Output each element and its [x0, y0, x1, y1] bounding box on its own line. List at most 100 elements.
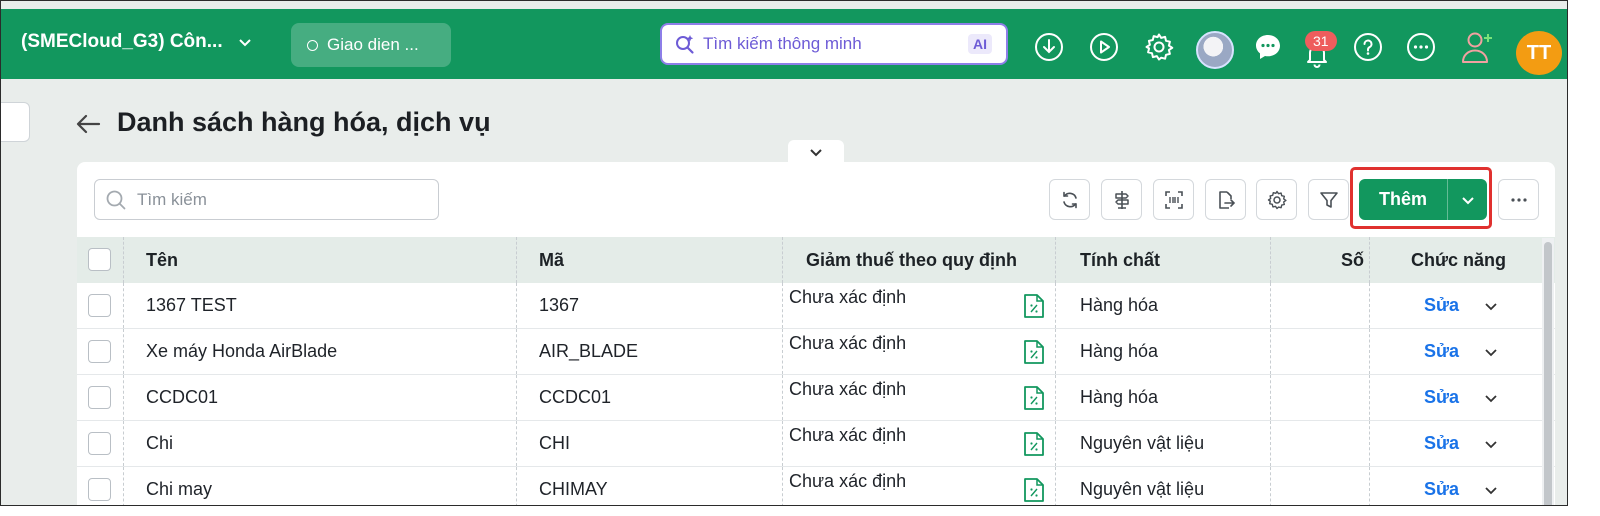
product-type: Nguyên vật liệu	[1080, 433, 1205, 453]
table-row[interactable]: Chi may CHIMAY Chưa xác định Nguyên vật …	[77, 467, 1555, 505]
filter-button[interactable]	[1308, 179, 1349, 220]
more-apps-button[interactable]	[1405, 31, 1437, 63]
add-button-group: Thêm	[1359, 179, 1487, 220]
column-header-name[interactable]: Tên	[146, 237, 178, 283]
edit-link[interactable]: Sửa	[1424, 467, 1459, 505]
add-user-icon	[1462, 32, 1492, 63]
tax-reduction-status: Chưa xác định	[789, 425, 907, 445]
refresh-button[interactable]	[1049, 179, 1090, 220]
user-avatar[interactable]: TT	[1516, 31, 1562, 75]
chevron-down-icon	[1461, 196, 1474, 204]
list-settings-button[interactable]	[1256, 179, 1297, 220]
settings-button[interactable]	[1143, 31, 1175, 63]
notification-count-badge: 31	[1305, 31, 1337, 51]
product-name: Chi	[146, 433, 174, 453]
chevron-down-icon[interactable]	[1482, 435, 1500, 453]
row-checkbox[interactable]	[88, 340, 111, 363]
tax-document-icon[interactable]	[1023, 477, 1045, 503]
list-search-placeholder: Tìm kiếm	[137, 189, 207, 209]
export-button[interactable]	[1205, 179, 1246, 220]
chat-button[interactable]	[1252, 31, 1284, 63]
barcode-scan-icon	[1164, 190, 1183, 209]
page-title: Danh sách hàng hóa, dịch vụ	[117, 107, 491, 137]
add-options-dropdown[interactable]	[1447, 179, 1487, 220]
invite-user-button[interactable]	[1459, 29, 1495, 67]
ai-search-icon	[676, 35, 694, 54]
product-name: Xe máy Honda AirBlade	[146, 341, 338, 361]
export-icon	[1218, 190, 1235, 209]
navigation-button[interactable]	[1101, 179, 1142, 220]
bot-avatar[interactable]	[1196, 31, 1234, 69]
more-options-button[interactable]	[1498, 179, 1539, 220]
tax-reduction-status: Chưa xác định	[789, 379, 907, 399]
product-list-card: Tìm kiếm Thêm Tên Mã Giảm thuế theo quy …	[77, 162, 1555, 505]
tax-document-icon[interactable]	[1023, 339, 1045, 365]
edit-link[interactable]: Sửa	[1424, 421, 1459, 466]
download-button[interactable]	[1033, 31, 1065, 63]
ai-badge: AI	[968, 34, 992, 54]
download-icon	[1035, 33, 1063, 61]
select-all-checkbox[interactable]	[88, 248, 111, 271]
app-window: (SMECloud_G3) Côn... Giao dien ... Tìm k…	[0, 0, 1568, 506]
chevron-down-icon[interactable]	[1482, 297, 1500, 315]
product-name: CCDC01	[146, 387, 219, 407]
product-code: AIR_BLADE	[539, 341, 639, 361]
column-header-type[interactable]: Tính chất	[1080, 237, 1160, 283]
tutorial-button[interactable]	[1088, 31, 1120, 63]
radio-dot-icon	[307, 39, 318, 51]
row-checkbox[interactable]	[88, 432, 111, 455]
gear-icon	[1145, 33, 1174, 61]
edit-link[interactable]: Sửa	[1424, 283, 1459, 328]
list-search-input[interactable]: Tìm kiếm	[94, 179, 439, 220]
product-name: Chi may	[146, 479, 213, 499]
tax-document-icon[interactable]	[1023, 385, 1045, 411]
row-checkbox[interactable]	[88, 294, 111, 317]
product-type: Hàng hóa	[1080, 295, 1159, 315]
collapse-toggle[interactable]	[788, 140, 844, 164]
row-checkbox[interactable]	[88, 478, 111, 501]
chevron-down-icon	[810, 149, 822, 157]
more-icon	[1407, 33, 1435, 61]
help-icon	[1354, 33, 1382, 61]
column-header-code[interactable]: Mã	[539, 237, 564, 283]
row-checkbox[interactable]	[88, 386, 111, 409]
smart-search-input[interactable]: Tìm kiếm thông minh AI	[660, 23, 1008, 65]
interface-mode-label: Giao dien ...	[327, 35, 419, 54]
smart-search-placeholder: Tìm kiếm thông minh	[703, 34, 862, 53]
scrollbar-thumb[interactable]	[1544, 242, 1552, 505]
play-icon	[1090, 33, 1118, 61]
help-button[interactable]	[1352, 31, 1384, 63]
edit-link[interactable]: Sửa	[1424, 329, 1459, 374]
table-scrollbar[interactable]	[1542, 238, 1554, 505]
chevron-down-icon[interactable]	[1482, 389, 1500, 407]
interface-mode-selector[interactable]: Giao dien ...	[291, 23, 451, 67]
chevron-down-icon[interactable]	[1482, 343, 1500, 361]
chevron-down-icon	[238, 39, 251, 47]
chat-icon	[1256, 35, 1280, 59]
tax-document-icon[interactable]	[1023, 431, 1045, 457]
company-name: (SMECloud_G3) Côn...	[21, 31, 223, 52]
product-name: 1367 TEST	[146, 295, 237, 315]
chevron-down-icon[interactable]	[1482, 481, 1500, 499]
edit-link[interactable]: Sửa	[1424, 375, 1459, 420]
product-type: Hàng hóa	[1080, 387, 1159, 407]
filter-icon	[1319, 191, 1338, 208]
more-icon	[1510, 197, 1527, 202]
product-code: 1367	[539, 295, 580, 315]
tax-reduction-status: Chưa xác định	[789, 333, 907, 353]
product-code: CHI	[539, 433, 570, 453]
tax-reduction-status: Chưa xác định	[789, 471, 907, 491]
tax-document-icon[interactable]	[1023, 293, 1045, 319]
top-bar: (SMECloud_G3) Côn... Giao dien ... Tìm k…	[1, 9, 1567, 79]
tax-reduction-status: Chưa xác định	[789, 287, 907, 307]
add-button[interactable]: Thêm	[1359, 179, 1447, 220]
sidebar-collapsed-panel[interactable]	[1, 102, 30, 142]
back-arrow-icon[interactable]	[75, 113, 101, 135]
company-selector[interactable]: (SMECloud_G3) Côn...	[21, 31, 253, 53]
product-type: Nguyên vật liệu	[1080, 479, 1205, 499]
column-header-actions: Chức năng	[1411, 249, 1507, 270]
search-icon	[106, 190, 126, 209]
column-header-number[interactable]: Số	[1341, 237, 1364, 283]
product-code: CHIMAY	[539, 479, 608, 499]
barcode-scan-button[interactable]	[1153, 179, 1194, 220]
